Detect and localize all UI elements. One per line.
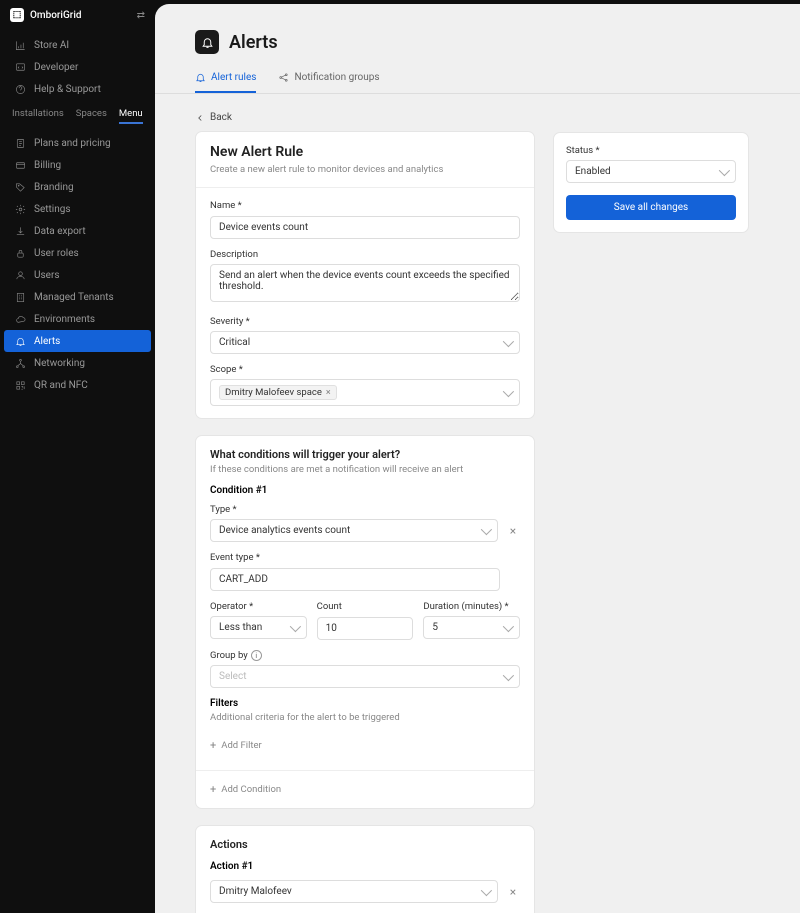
- page-title: Alerts: [229, 32, 278, 53]
- rule-heading: New Alert Rule: [210, 144, 520, 160]
- remove-condition-icon[interactable]: ×: [506, 524, 520, 538]
- qr-icon: [14, 379, 26, 391]
- sidebar-item-settings[interactable]: Settings: [0, 198, 155, 220]
- building-icon: [14, 291, 26, 303]
- swap-icon[interactable]: ⇄: [137, 10, 145, 21]
- type-select[interactable]: Device analytics events count: [210, 519, 498, 542]
- add-action-button[interactable]: Add Action: [210, 909, 520, 913]
- sidebar-item-store-ai[interactable]: Store AI: [0, 34, 155, 56]
- sidebar-item-networking[interactable]: Networking: [0, 352, 155, 374]
- event-type-input[interactable]: [210, 568, 500, 591]
- sidebar-item-plans[interactable]: Plans and pricing: [0, 132, 155, 154]
- sidebar-header: ⬚ OmboriGrid ⇄: [0, 0, 155, 30]
- conditions-sub: If these conditions are met a notificati…: [210, 464, 520, 475]
- duration-label: Duration (minutes) *: [423, 601, 520, 612]
- name-input[interactable]: [210, 216, 520, 239]
- sidebar-item-branding[interactable]: Branding: [0, 176, 155, 198]
- sidebar-item-alerts[interactable]: Alerts: [4, 330, 151, 352]
- share-icon: [278, 72, 289, 83]
- status-select[interactable]: Enabled: [566, 160, 736, 183]
- conditions-heading: What conditions will trigger your alert?: [210, 448, 520, 461]
- bell-icon: [195, 72, 206, 83]
- actions-heading: Actions: [210, 838, 520, 851]
- user-icon: [14, 269, 26, 281]
- tag-icon: [14, 181, 26, 193]
- operator-label: Operator *: [210, 601, 307, 612]
- operator-select[interactable]: Less than: [210, 616, 307, 639]
- bell-icon: [14, 335, 26, 347]
- tab-alert-rules[interactable]: Alert rules: [195, 72, 256, 93]
- desc-label: Description: [210, 249, 520, 260]
- scope-tag: Dmitry Malofeev space ×: [219, 385, 337, 400]
- action-title: Action #1: [210, 861, 520, 872]
- bell-icon: [195, 30, 219, 54]
- status-label: Status *: [566, 145, 736, 156]
- sidebar-item-help[interactable]: Help & Support: [0, 78, 155, 100]
- lock-icon: [14, 247, 26, 259]
- save-button[interactable]: Save all changes: [566, 195, 736, 220]
- sidebar-item-managed-tenants[interactable]: Managed Tenants: [0, 286, 155, 308]
- app-name: OmboriGrid: [30, 10, 82, 21]
- sidebar-item-developer[interactable]: Developer: [0, 56, 155, 78]
- name-label: Name *: [210, 200, 520, 211]
- cloud-icon: [14, 313, 26, 325]
- condition-title: Condition #1: [210, 485, 520, 496]
- scope-select[interactable]: Dmitry Malofeev space ×: [210, 379, 520, 406]
- sidebar-item-environments[interactable]: Environments: [0, 308, 155, 330]
- sidebar-item-billing[interactable]: Billing: [0, 154, 155, 176]
- count-input[interactable]: [317, 617, 414, 640]
- code-icon: [14, 61, 26, 73]
- app-logo[interactable]: ⬚ OmboriGrid: [10, 8, 82, 22]
- add-condition-button[interactable]: Add Condition: [210, 777, 520, 802]
- sidebar-item-user-roles[interactable]: User roles: [0, 242, 155, 264]
- arrow-left-icon: [195, 113, 205, 123]
- sidebar-item-users[interactable]: Users: [0, 264, 155, 286]
- tab-menu[interactable]: Menu: [119, 108, 143, 124]
- duration-select[interactable]: 5: [423, 616, 520, 639]
- scope-label: Scope *: [210, 364, 520, 375]
- tab-notification-groups[interactable]: Notification groups: [278, 72, 379, 93]
- rule-subheading: Create a new alert rule to monitor devic…: [210, 164, 520, 175]
- card-icon: [14, 159, 26, 171]
- page-title-row: Alerts: [195, 30, 760, 54]
- groupby-label: Group by i: [210, 650, 520, 661]
- groupby-select[interactable]: Select: [210, 665, 520, 688]
- count-label: Count: [317, 601, 414, 612]
- analytics-icon: [14, 39, 26, 51]
- back-link[interactable]: Back: [195, 104, 535, 131]
- export-icon: [14, 225, 26, 237]
- sidebar-item-qr-nfc[interactable]: QR and NFC: [0, 374, 155, 396]
- filters-heading: Filters: [210, 698, 520, 709]
- add-filter-button[interactable]: Add Filter: [210, 733, 520, 758]
- remove-action-icon[interactable]: ×: [506, 885, 520, 899]
- info-icon[interactable]: i: [251, 650, 262, 661]
- severity-select[interactable]: Critical: [210, 331, 520, 354]
- sidebar-tabs: Installations Spaces Menu: [0, 100, 155, 128]
- sidebar-item-data-export[interactable]: Data export: [0, 220, 155, 242]
- type-label: Type *: [210, 504, 520, 515]
- action-select[interactable]: Dmitry Malofeev: [210, 880, 498, 903]
- severity-label: Severity *: [210, 316, 520, 327]
- desc-input[interactable]: Send an alert when the device events cou…: [210, 264, 520, 302]
- gear-icon: [14, 203, 26, 215]
- filters-sub: Additional criteria for the alert to be …: [210, 712, 520, 723]
- help-icon: [14, 83, 26, 95]
- event-type-label: Event type *: [210, 552, 520, 563]
- logo-icon: ⬚: [10, 8, 24, 22]
- remove-tag-icon[interactable]: ×: [326, 388, 331, 398]
- network-icon: [14, 357, 26, 369]
- tab-spaces[interactable]: Spaces: [76, 108, 107, 124]
- tab-installations[interactable]: Installations: [12, 108, 64, 124]
- doc-icon: [14, 137, 26, 149]
